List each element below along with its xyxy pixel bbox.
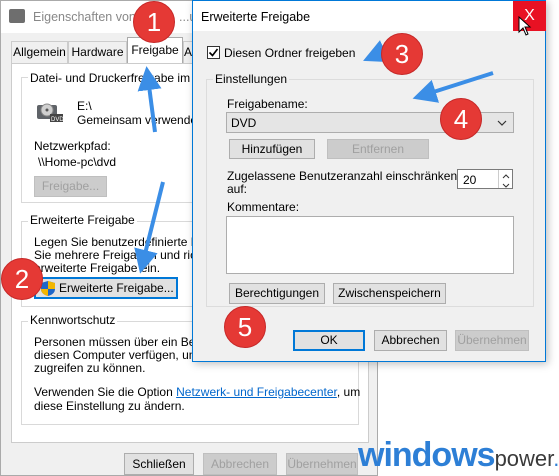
arrow-2 — [134, 181, 165, 274]
step-badge-2: 2 — [1, 258, 43, 300]
step-badge-3: 3 — [381, 33, 423, 75]
step-badge-4: 4 — [440, 98, 482, 140]
watermark-brand: windows — [358, 436, 496, 474]
arrow-4 — [412, 71, 494, 103]
annotation-arrows — [134, 40, 494, 274]
step-badge-1: 1 — [133, 1, 175, 43]
watermark-dot: . — [553, 446, 559, 471]
step-badge-5: 5 — [224, 306, 266, 348]
watermark-logo: windowspower. — [358, 436, 559, 475]
watermark-suffix: power — [494, 446, 554, 471]
arrow-1 — [137, 66, 162, 133]
